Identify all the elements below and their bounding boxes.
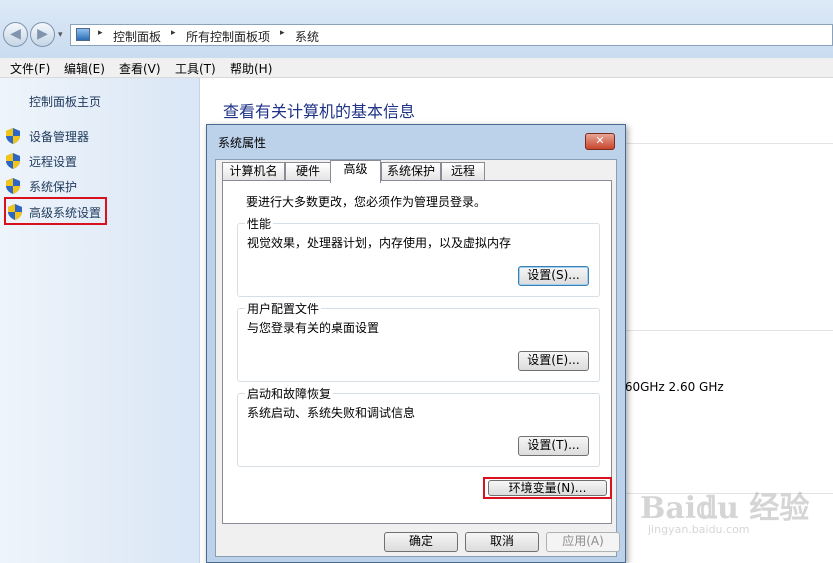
group-title: 性能 [245,215,274,232]
breadcrumb-system[interactable]: 系统 [295,28,319,45]
task-remote-settings[interactable]: 远程设置 [6,150,196,172]
group-description: 视觉效果，处理器计划，内存使用，以及虚拟内存 [247,236,512,250]
close-icon: ✕ [595,134,605,147]
uac-shield-icon [6,128,20,144]
cancel-button[interactable]: 取消 [465,532,539,552]
performance-settings-button[interactable]: 设置(S)... [518,266,589,286]
user-profiles-settings-button[interactable]: 设置(E)... [518,351,589,371]
uac-shield-icon [8,204,22,220]
advanced-tab-page: 要进行大多数更改，您必须作为管理员登录。 性能 视觉效果，处理器计划，内存使用，… [222,180,612,524]
back-button[interactable]: ◀ [3,22,28,47]
menu-view[interactable]: 查看(V) [119,60,161,77]
breadcrumb-control-panel[interactable]: 控制面板 [113,28,161,45]
group-description: 系统启动、系统失败和调试信息 [247,406,416,420]
tab-computer-name[interactable]: 计算机名 [222,162,285,181]
forward-arrow-icon: ▶ [37,26,48,42]
task-label: 系统保护 [29,180,78,194]
tab-hardware[interactable]: 硬件 [285,162,331,181]
tab-remote[interactable]: 远程 [441,162,485,181]
group-title: 启动和故障恢复 [245,385,334,402]
env-variables-highlight: 环境变量(N)... [483,477,612,499]
breadcrumb-arrow-icon[interactable]: ▸ [280,28,285,38]
task-advanced-system-settings[interactable]: 高级系统设置 [4,197,107,225]
startup-recovery-settings-button[interactable]: 设置(T)... [518,436,589,456]
watermark-url: jingyan.baidu.com [648,523,750,536]
recent-pages-dropdown[interactable]: ▾ [58,30,63,40]
page-title: 查看有关计算机的基本信息 [223,102,416,121]
uac-shield-icon [6,178,20,194]
chevron-down-icon: ▾ [58,30,63,40]
close-button[interactable]: ✕ [585,133,615,150]
explorer-address-bar: ◀ ▶ ▾ ▸ 控制面板 ▸ 所有控制面板项 ▸ 系统 [0,0,833,58]
task-device-manager[interactable]: 设备管理器 [6,125,196,147]
divider [626,330,833,331]
watermark-brand: Bai𝕕u 经验 [640,491,810,526]
task-label: 远程设置 [29,155,78,169]
menu-help[interactable]: 帮助(H) [230,60,272,77]
watermark-logo: Bai𝕕u 经验 jingyan.baidu.com [640,483,830,558]
control-panel-home-link[interactable]: 控制面板主页 [29,93,101,110]
menu-file[interactable]: 文件(F) [10,60,50,77]
menu-bar: 文件(F) 编辑(E) 查看(V) 工具(T) 帮助(H) [0,58,833,78]
address-box[interactable]: ▸ 控制面板 ▸ 所有控制面板项 ▸ 系统 [70,24,833,46]
user-profiles-group: 用户配置文件 与您登录有关的桌面设置 设置(E)... [237,300,600,382]
startup-recovery-group: 启动和故障恢复 系统启动、系统失败和调试信息 设置(T)... [237,385,600,467]
task-label: 高级系统设置 [29,206,102,220]
group-description: 与您登录有关的桌面设置 [247,321,380,335]
breadcrumb-all-items[interactable]: 所有控制面板项 [186,28,270,45]
task-label: 设备管理器 [29,130,90,144]
performance-group: 性能 视觉效果，处理器计划，内存使用，以及虚拟内存 设置(S)... [237,215,600,297]
ok-button[interactable]: 确定 [384,532,458,552]
task-system-protection[interactable]: 系统保护 [6,175,196,197]
back-arrow-icon: ◀ [10,26,21,42]
tab-system-protection[interactable]: 系统保护 [381,162,441,181]
system-properties-dialog: 系统属性 ✕ 计算机名 硬件 高级 系统保护 远程 要进行大多数更改，您必须作为… [206,124,626,563]
environment-variables-button[interactable]: 环境变量(N)... [488,480,607,496]
dialog-body: 计算机名 硬件 高级 系统保护 远程 要进行大多数更改，您必须作为管理员登录。 … [215,159,620,557]
group-title: 用户配置文件 [245,300,322,317]
apply-button[interactable]: 应用(A) [546,532,620,552]
forward-button[interactable]: ▶ [30,22,55,47]
breadcrumb-arrow-icon[interactable]: ▸ [98,28,103,38]
control-panel-icon [76,28,90,41]
dialog-title: 系统属性 [218,136,267,150]
uac-shield-icon [6,153,20,169]
task-pane: 控制面板主页 设备管理器 远程设置 系统保护 高级系统设置 [0,78,200,563]
menu-tools[interactable]: 工具(T) [175,60,216,77]
processor-speed: .60GHz 2.60 GHz [621,380,724,394]
tab-advanced[interactable]: 高级 [330,160,381,183]
breadcrumb-arrow-icon[interactable]: ▸ [171,28,176,38]
menu-edit[interactable]: 编辑(E) [64,60,105,77]
admin-notice: 要进行大多数更改，您必须作为管理员登录。 [246,195,487,209]
